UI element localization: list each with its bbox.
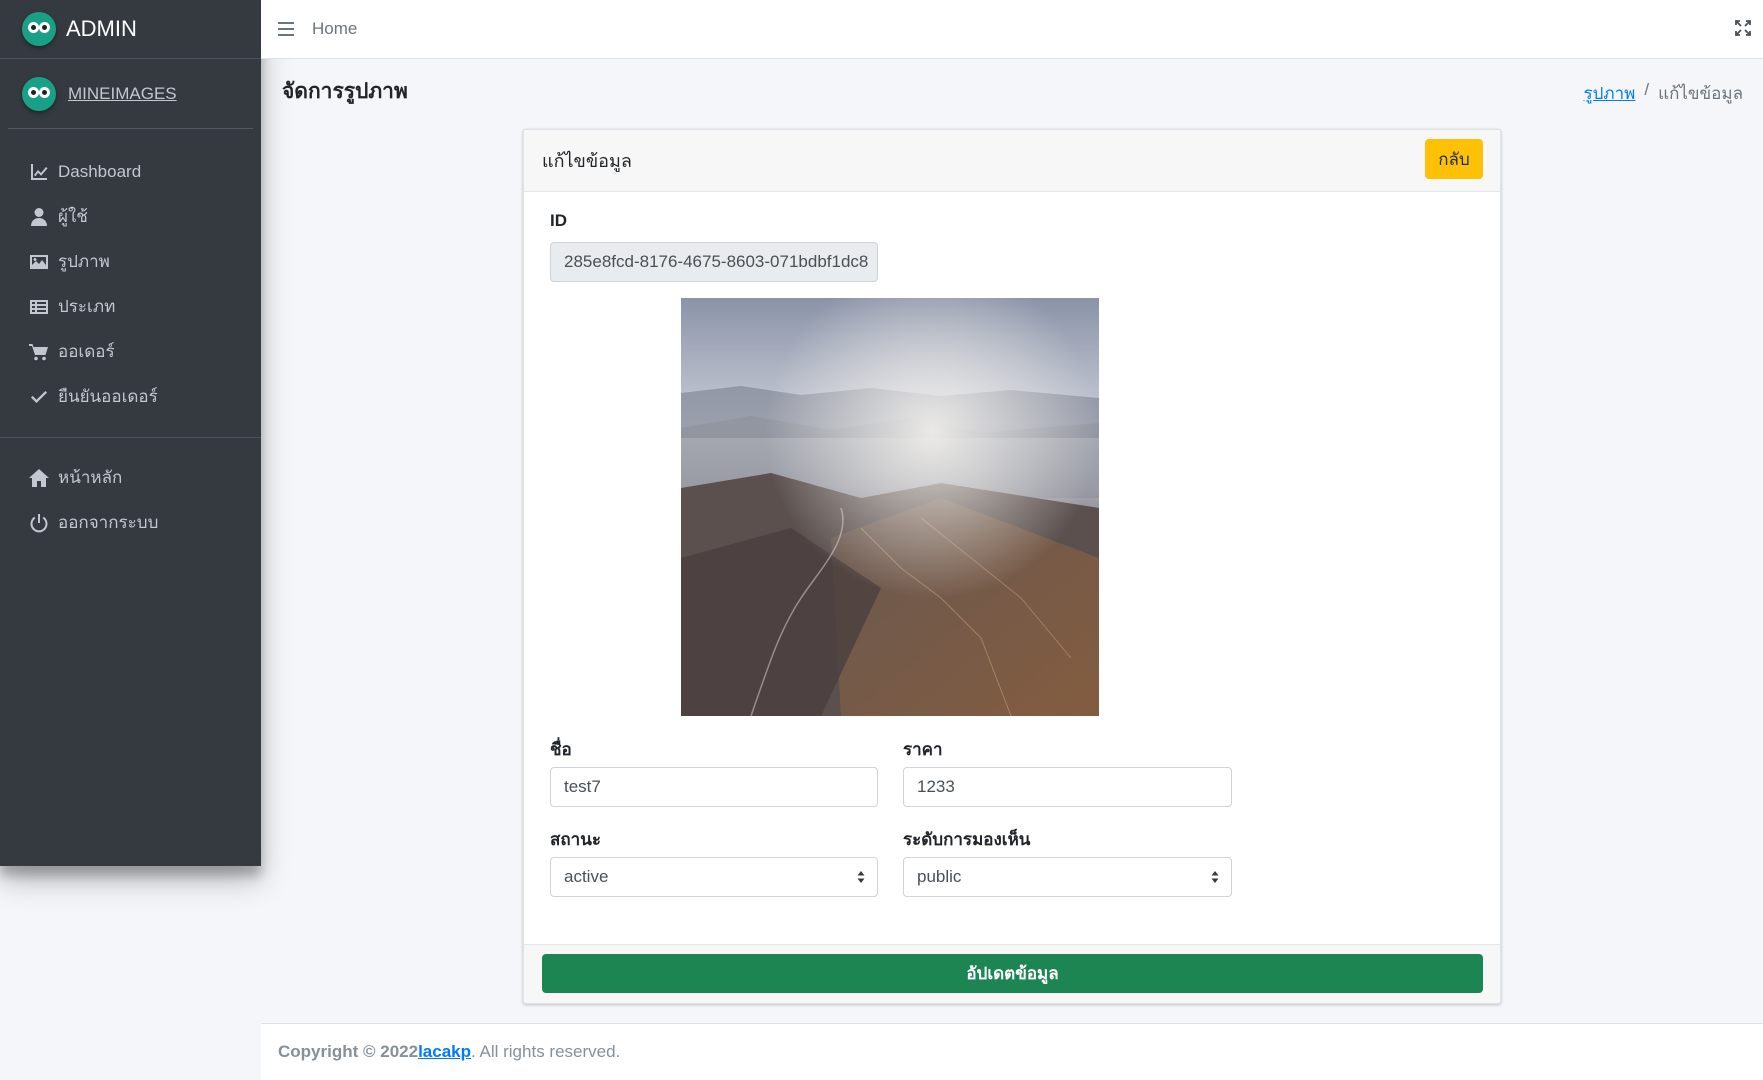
navbar-home-link[interactable]: Home	[312, 19, 357, 39]
copyright-text: Copyright © 2022	[278, 1042, 419, 1061]
user-panel: MINEIMAGES	[8, 59, 253, 129]
back-button[interactable]: กลับ	[1425, 139, 1483, 179]
select-arrows-icon	[1211, 871, 1219, 883]
home-icon	[29, 468, 49, 487]
price-input[interactable]: 1233	[903, 767, 1232, 807]
visibility-selected-value: public	[917, 867, 962, 886]
breadcrumb-separator: /	[1644, 80, 1650, 99]
edit-image-card: แก้ไขข้อมูล กลับ ID 285e8fcd-8176-4675-8…	[523, 129, 1501, 1004]
card-header: แก้ไขข้อมูล กลับ	[524, 130, 1500, 192]
sidebar-item-label: ออกจากระบบ	[58, 513, 159, 532]
fullscreen-expand-icon[interactable]	[1735, 20, 1751, 36]
image-icon	[30, 254, 48, 269]
user-avatar	[22, 76, 56, 111]
id-field[interactable]: 285e8fcd-8176-4675-8603-071bdbf1dc8	[550, 242, 878, 282]
top-navbar: Home	[261, 0, 1763, 59]
main-footer: Copyright © 2022 lacakp. All rights reser…	[261, 1023, 1763, 1080]
owl-logo-icon	[22, 12, 56, 46]
sidebar-item-label: รูปภาพ	[58, 252, 110, 271]
update-button[interactable]: อัปเดตข้อมูล	[542, 954, 1483, 993]
status-label: สถานะ	[550, 830, 601, 849]
user-icon	[31, 207, 47, 226]
author-link[interactable]: lacakp	[418, 1042, 471, 1062]
sidebar-item-categories[interactable]: ประเภท	[0, 284, 261, 329]
name-label: ชื่อ	[550, 740, 572, 759]
sidebar-item-label: ประเภท	[58, 297, 116, 316]
status-select[interactable]: active	[550, 857, 878, 897]
page-title: จัดการรูปภาพ	[282, 80, 408, 103]
id-label: ID	[550, 211, 567, 230]
sidebar-item-dashboard[interactable]: Dashboard	[0, 149, 261, 194]
sidebar-item-label: ยืนยันออเดอร์	[58, 387, 158, 406]
name-input[interactable]: test7	[550, 767, 878, 807]
sidebar-item-images[interactable]: รูปภาพ	[0, 239, 261, 284]
card-footer: อัปเดตข้อมูล	[524, 944, 1500, 1003]
check-icon	[31, 390, 47, 403]
select-arrows-icon	[857, 871, 865, 883]
hamburger-menu-icon[interactable]	[278, 22, 294, 36]
sidebar-item-label: Dashboard	[58, 161, 142, 181]
brand-link[interactable]: ADMIN	[0, 0, 261, 59]
price-label: ราคา	[903, 740, 943, 759]
breadcrumb: รูปภาพ / แก้ไขข้อมูล	[1583, 80, 1743, 107]
breadcrumb-images-link[interactable]: รูปภาพ	[1583, 80, 1635, 107]
chart-line-icon	[31, 163, 48, 180]
visibility-label: ระดับการมองเห็น	[903, 830, 1031, 849]
visibility-select[interactable]: public	[903, 857, 1232, 897]
sidebar-item-label: ออเดอร์	[58, 342, 115, 361]
sidebar: ADMIN MINEIMAGES Dashboard ผู้ใช้ รูปภาพ…	[0, 0, 261, 866]
cart-icon	[29, 343, 48, 360]
card-title: แก้ไขข้อมูล	[542, 151, 632, 171]
sidebar-item-logout[interactable]: ออกจากระบบ	[0, 500, 261, 545]
sidebar-nav: Dashboard ผู้ใช้ รูปภาพ ประเภท ออเดอร์ ย…	[0, 129, 261, 545]
sidebar-item-label: หน้าหลัก	[58, 468, 123, 487]
power-icon	[30, 513, 48, 532]
user-name-link[interactable]: MINEIMAGES	[68, 84, 177, 104]
sidebar-item-label: ผู้ใช้	[58, 207, 88, 226]
sidebar-item-orders[interactable]: ออเดอร์	[0, 329, 261, 374]
brand-title: ADMIN	[66, 16, 137, 41]
rights-text: . All rights reserved.	[471, 1042, 621, 1061]
sidebar-item-confirm-orders[interactable]: ยืนยันออเดอร์	[0, 374, 261, 419]
status-selected-value: active	[564, 867, 609, 886]
image-preview	[681, 298, 1099, 716]
sidebar-item-users[interactable]: ผู้ใช้	[0, 194, 261, 239]
breadcrumb-current: แก้ไขข้อมูล	[1658, 84, 1743, 103]
sidebar-item-home[interactable]: หน้าหลัก	[0, 455, 261, 500]
list-icon	[30, 299, 48, 314]
sidebar-divider	[0, 437, 261, 438]
